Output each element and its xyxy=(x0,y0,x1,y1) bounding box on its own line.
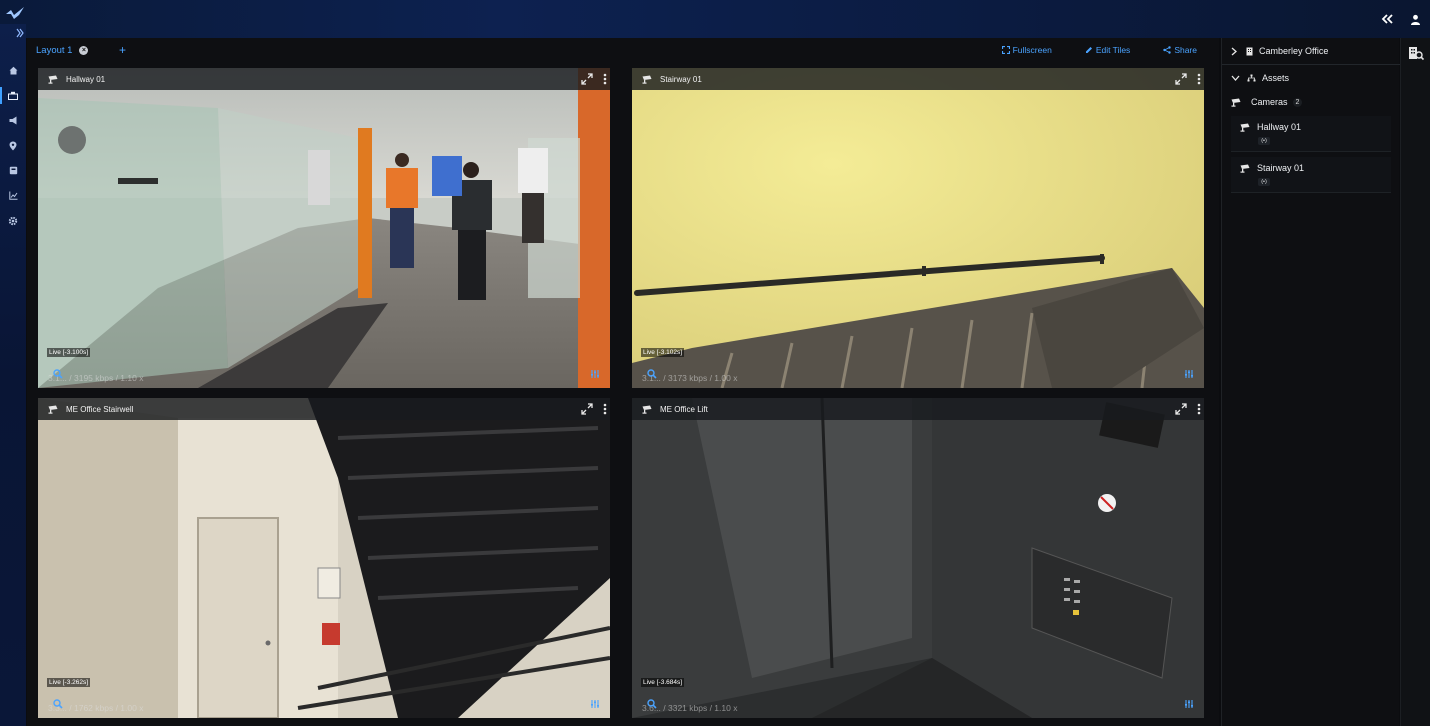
more-options-icon[interactable] xyxy=(603,73,607,85)
fullscreen-label: Fullscreen xyxy=(1012,45,1052,55)
tile-camera-name: Hallway 01 xyxy=(66,74,106,84)
adjustments-icon[interactable] xyxy=(1184,369,1194,379)
tile-header: ME Office Lift xyxy=(632,398,1204,420)
camera-tile-me-office-stairwell[interactable]: ME Office Stairwell Live [-3.262s] 3.3..… xyxy=(38,398,610,718)
camera-feed-image xyxy=(632,68,1204,388)
assets-row[interactable]: Assets xyxy=(1231,73,1289,83)
camera-feed-image xyxy=(38,398,610,718)
camera-icon xyxy=(1240,123,1250,132)
site-name: Camberley Office xyxy=(1259,46,1329,56)
building-icon xyxy=(1246,47,1253,55)
camera-list-name: Hallway 01 xyxy=(1257,122,1302,132)
tile-header: ME Office Stairwell xyxy=(38,398,610,420)
camera-icon xyxy=(48,75,58,84)
more-options-icon[interactable] xyxy=(1197,403,1201,415)
assets-label: Assets xyxy=(1262,73,1290,83)
camera-icon xyxy=(1231,98,1241,107)
camera-icon xyxy=(642,405,652,414)
divider xyxy=(1222,64,1400,65)
expand-tile-icon[interactable] xyxy=(581,73,593,85)
expand-nav-icon[interactable] xyxy=(16,28,24,38)
zoom-icon[interactable] xyxy=(647,699,657,709)
adjustments-icon[interactable] xyxy=(1184,699,1194,709)
edit-tiles-button[interactable]: Edit Tiles xyxy=(1085,45,1131,55)
expand-tile-icon[interactable] xyxy=(581,403,593,415)
side-navigation xyxy=(0,24,26,726)
chevron-down-icon[interactable] xyxy=(1231,75,1240,81)
tile-camera-name: ME Office Stairwell xyxy=(66,404,134,414)
share-icon xyxy=(1163,46,1172,54)
camera-list-item-stairway-01[interactable]: Stairway 01 (•) xyxy=(1231,157,1391,193)
nav-location-icon[interactable] xyxy=(0,133,26,158)
share-button[interactable]: Share xyxy=(1163,45,1197,55)
more-options-icon[interactable] xyxy=(603,403,607,415)
right-tool-strip xyxy=(1400,38,1430,726)
nav-settings-icon[interactable] xyxy=(0,208,26,233)
cameras-label: Cameras xyxy=(1251,97,1288,107)
app-logo-icon[interactable] xyxy=(5,5,25,21)
camera-tile-hallway-01[interactable]: Hallway 01 Live [-3.100s] 3.1... / 3195 … xyxy=(38,68,610,388)
zoom-icon[interactable] xyxy=(53,369,63,379)
tile-header: Stairway 01 xyxy=(632,68,1204,90)
assets-hierarchy-icon xyxy=(1247,74,1256,82)
tile-header: Hallway 01 xyxy=(38,68,610,90)
tile-camera-name: ME Office Lift xyxy=(660,404,708,414)
tab-close-icon[interactable]: × xyxy=(79,46,89,55)
nav-sites-icon[interactable] xyxy=(0,83,26,108)
edit-tiles-label: Edit Tiles xyxy=(1095,45,1131,55)
live-stream-badge: (•) xyxy=(1258,178,1270,186)
camera-list-item-hallway-01[interactable]: Hallway 01 (•) xyxy=(1231,116,1391,152)
adjustments-icon[interactable] xyxy=(590,699,600,709)
camera-icon xyxy=(642,75,652,84)
zoom-icon[interactable] xyxy=(647,369,657,379)
camera-list-name: Stairway 01 xyxy=(1257,163,1305,173)
top-bar xyxy=(0,0,1430,38)
cameras-count-badge: 2 xyxy=(1292,97,1303,107)
video-wall: Layout 1 × + Fullscreen Edit Tiles Share xyxy=(27,38,1219,726)
live-delay-label: Live [-3.262s] xyxy=(47,678,91,687)
expand-tile-icon[interactable] xyxy=(1175,403,1187,415)
share-label: Share xyxy=(1174,45,1197,55)
live-delay-label: Live [-3.100s] xyxy=(47,348,91,357)
cameras-group-row[interactable]: Cameras 2 xyxy=(1231,97,1303,107)
tab-layout-1[interactable]: Layout 1 × xyxy=(36,45,89,56)
fullscreen-icon xyxy=(1001,46,1010,54)
tab-label: Layout 1 xyxy=(36,45,73,56)
live-delay-label: Live [-3.684s] xyxy=(641,678,685,687)
pencil-icon xyxy=(1085,47,1092,53)
nav-devices-icon[interactable] xyxy=(0,158,26,183)
nav-home-icon[interactable] xyxy=(0,58,26,83)
adjustments-icon[interactable] xyxy=(590,369,600,379)
camera-feed-image xyxy=(632,398,1204,718)
more-options-icon[interactable] xyxy=(1197,73,1201,85)
chevron-right-icon[interactable] xyxy=(1231,47,1237,56)
collapse-panel-icon[interactable] xyxy=(1380,12,1394,26)
live-delay-label: Live [-3.102s] xyxy=(641,348,685,357)
user-profile-icon[interactable] xyxy=(1408,12,1422,26)
building-search-icon[interactable] xyxy=(1408,45,1424,61)
site-row[interactable]: Camberley Office xyxy=(1231,46,1328,56)
nav-reports-icon[interactable] xyxy=(0,183,26,208)
camera-feed-image xyxy=(38,68,610,388)
camera-icon xyxy=(1240,164,1250,173)
zoom-icon[interactable] xyxy=(53,699,63,709)
tile-camera-name: Stairway 01 xyxy=(660,74,702,84)
asset-tree-panel: Camberley Office Assets Cameras 2 Hallwa… xyxy=(1221,38,1400,726)
expand-tile-icon[interactable] xyxy=(1175,73,1187,85)
layout-tab-bar: Layout 1 × + Fullscreen Edit Tiles Share xyxy=(27,38,1219,64)
fullscreen-button[interactable]: Fullscreen xyxy=(1001,45,1052,55)
camera-tile-stairway-01[interactable]: Stairway 01 Live [-3.102s] 3.1... / 3173… xyxy=(632,68,1204,388)
nav-alerts-icon[interactable] xyxy=(0,108,26,133)
add-layout-button[interactable]: + xyxy=(119,43,126,57)
camera-tile-me-office-lift[interactable]: ME Office Lift Live [-3.684s] 3.6... / 3… xyxy=(632,398,1204,718)
live-stream-badge: (•) xyxy=(1258,137,1270,145)
camera-icon xyxy=(48,405,58,414)
